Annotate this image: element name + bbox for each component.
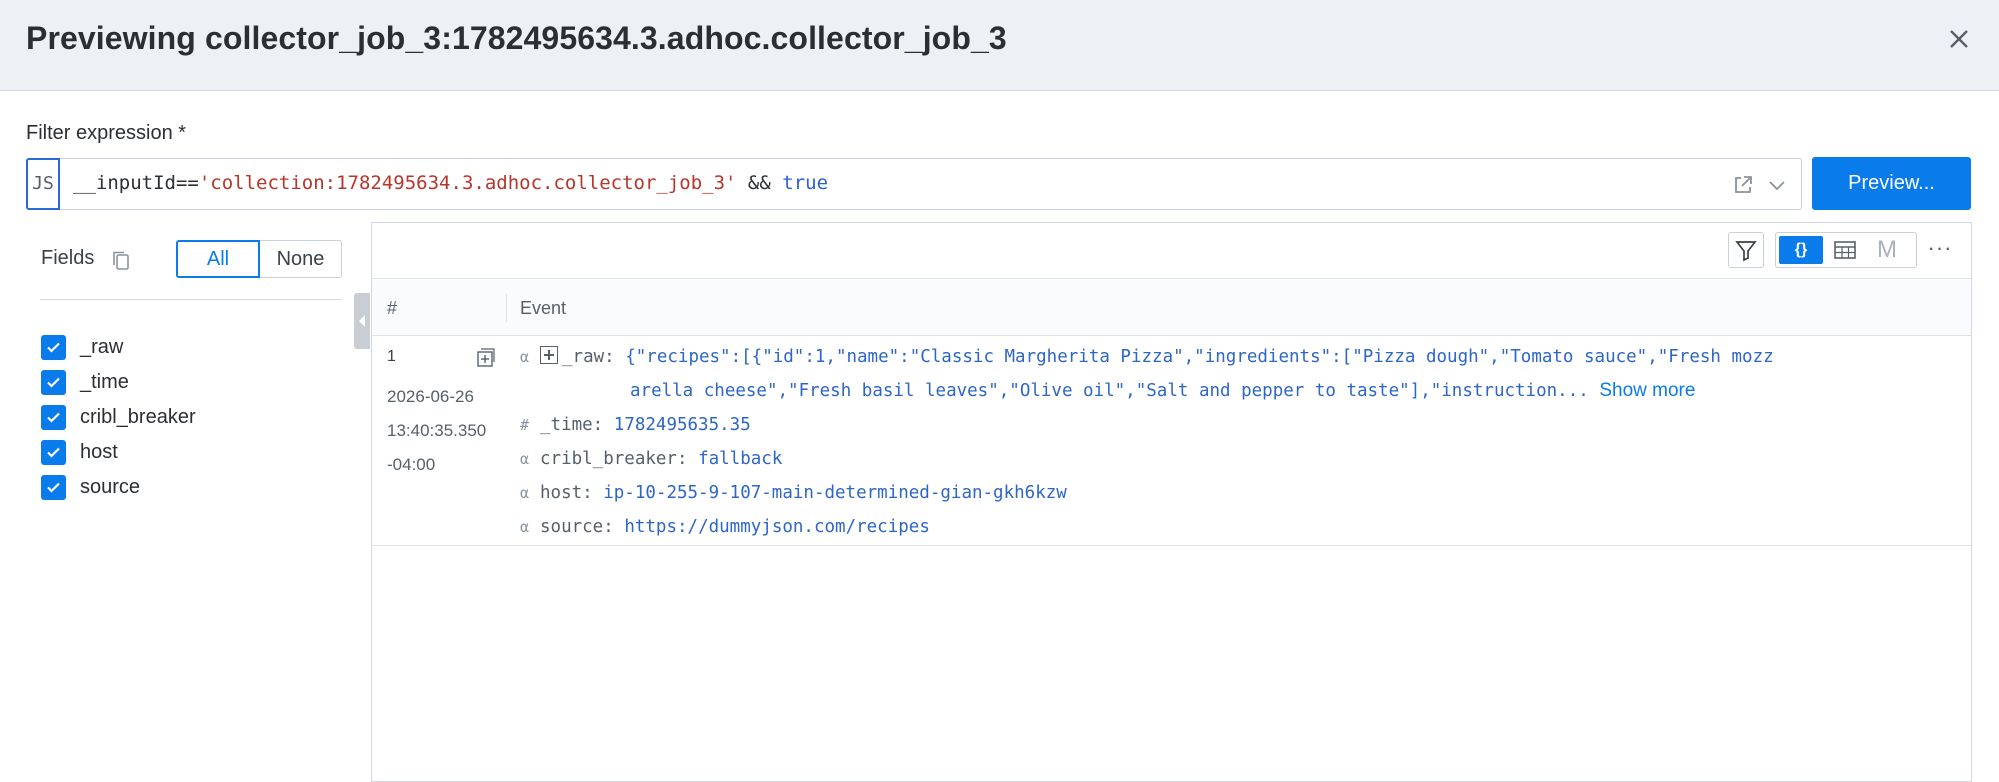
close-icon[interactable]	[1942, 22, 1976, 56]
field-name: cribl_breaker	[80, 406, 196, 428]
field-item-source[interactable]: source	[41, 470, 196, 505]
column-header-number: #	[387, 298, 398, 318]
chevron-left-icon	[359, 315, 365, 327]
m-view-button[interactable]: M	[1867, 236, 1907, 264]
string-type-icon: α	[520, 450, 530, 468]
expand-event-icon[interactable]	[476, 348, 496, 368]
string-type-icon: α	[520, 484, 530, 502]
filter-icon	[1735, 241, 1757, 262]
string-type-icon: α	[520, 348, 530, 366]
code-prefix: __inputId==	[73, 172, 199, 194]
checkbox-checked-icon[interactable]	[41, 475, 66, 500]
code-operator: &&	[736, 172, 783, 194]
field-name: host	[80, 441, 118, 463]
field-name: source	[80, 476, 141, 498]
filter-expression-label: Filter expression *	[26, 122, 187, 144]
code-keyword: true	[782, 172, 829, 194]
dialog-title: Previewing collector_job_3:1782495634.3.…	[26, 20, 1007, 56]
js-language-badge: JS	[26, 158, 60, 210]
string-type-icon: α	[520, 518, 530, 536]
event-timestamp: 2026-06-26 13:40:35.350 -04:00	[387, 380, 507, 482]
table-icon	[1834, 241, 1856, 259]
filter-expression-input[interactable]: JS __inputId=='collection:1782495634.3.a…	[26, 158, 1802, 210]
table-header: # Event	[372, 280, 1971, 336]
json-view-button[interactable]: {}	[1779, 236, 1823, 264]
select-none-button[interactable]: None	[260, 240, 342, 278]
field-list: _raw _time cribl_breaker host source	[41, 330, 196, 505]
show-more-link[interactable]: Show more	[1599, 380, 1695, 401]
field-key: cribl_breaker:	[540, 449, 688, 469]
checkbox-checked-icon[interactable]	[41, 405, 66, 430]
field-key: source:	[540, 517, 614, 537]
table-row: 1 2026-06-26 13:40:35.350 -04:00 α _raw: …	[372, 336, 1971, 546]
divider	[40, 299, 342, 300]
field-value: ip-10-255-9-107-main-determined-gian-gkh…	[603, 483, 1067, 503]
number-type-icon: #	[520, 416, 530, 434]
event-number: 1	[387, 348, 396, 365]
chevron-down-icon[interactable]	[1767, 175, 1787, 195]
event-date: 2026-06-26	[387, 387, 474, 406]
field-name: _time	[80, 371, 129, 393]
expand-raw-icon[interactable]	[540, 346, 558, 364]
field-value: arella cheese","Fresh basil leaves","Oli…	[630, 381, 1589, 401]
preview-button[interactable]: Preview...	[1812, 157, 1971, 210]
external-link-icon[interactable]	[1731, 173, 1755, 197]
events-panel: {} M ··· # Event 1 2026-06-26 13:40:35.3…	[371, 222, 1972, 782]
checkbox-checked-icon[interactable]	[41, 335, 66, 360]
field-item-time[interactable]: _time	[41, 365, 196, 400]
field-key: host:	[540, 483, 593, 503]
event-field-raw-continued: arella cheese","Fresh basil leaves","Oli…	[630, 380, 1695, 402]
column-header-event: Event	[520, 298, 567, 318]
code-string: 'collection:1782495634.3.adhoc.collector…	[198, 172, 737, 194]
copy-icon[interactable]	[110, 249, 132, 273]
field-name: _raw	[80, 336, 124, 358]
field-value: https://dummyjson.com/recipes	[624, 517, 930, 537]
collapse-sidebar-handle[interactable]	[354, 293, 370, 349]
dialog-header: Previewing collector_job_3:1782495634.3.…	[0, 0, 1999, 91]
events-toolbar: {} M ···	[372, 223, 1971, 279]
field-item-host[interactable]: host	[41, 435, 196, 470]
event-field-source: α source: https://dummyjson.com/recipes	[520, 517, 930, 537]
event-field-raw: α _raw: {"recipes":[{"id":1,"name":"Class…	[520, 346, 1774, 367]
filter-button[interactable]	[1728, 232, 1764, 268]
event-time: 13:40:35.350	[387, 421, 487, 440]
checkbox-checked-icon[interactable]	[41, 370, 66, 395]
view-mode-toggle: {} M	[1775, 232, 1917, 268]
event-field-time: # _time: 1782495635.35	[520, 415, 751, 435]
field-value: fallback	[698, 449, 783, 469]
select-all-button[interactable]: All	[176, 240, 260, 278]
event-timezone: -04:00	[387, 455, 436, 474]
field-key: _raw:	[562, 347, 615, 367]
column-divider	[506, 294, 507, 322]
event-field-cribl-breaker: α cribl_breaker: fallback	[520, 449, 782, 469]
filter-expression-code[interactable]: __inputId=='collection:1782495634.3.adho…	[73, 172, 828, 194]
field-key: _time:	[540, 415, 604, 435]
checkbox-checked-icon[interactable]	[41, 440, 66, 465]
field-item-raw[interactable]: _raw	[41, 330, 196, 365]
fields-select-toggle: All None	[176, 240, 342, 278]
event-field-host: α host: ip-10-255-9-107-main-determined-g…	[520, 483, 1067, 503]
more-options-icon[interactable]: ···	[1925, 235, 1955, 265]
field-value: {"recipes":[{"id":1,"name":"Classic Marg…	[625, 347, 1774, 367]
table-view-button[interactable]	[1823, 236, 1867, 264]
field-value: 1782495635.35	[613, 415, 751, 435]
field-item-cribl-breaker[interactable]: cribl_breaker	[41, 400, 196, 435]
fields-label: Fields	[41, 247, 95, 269]
